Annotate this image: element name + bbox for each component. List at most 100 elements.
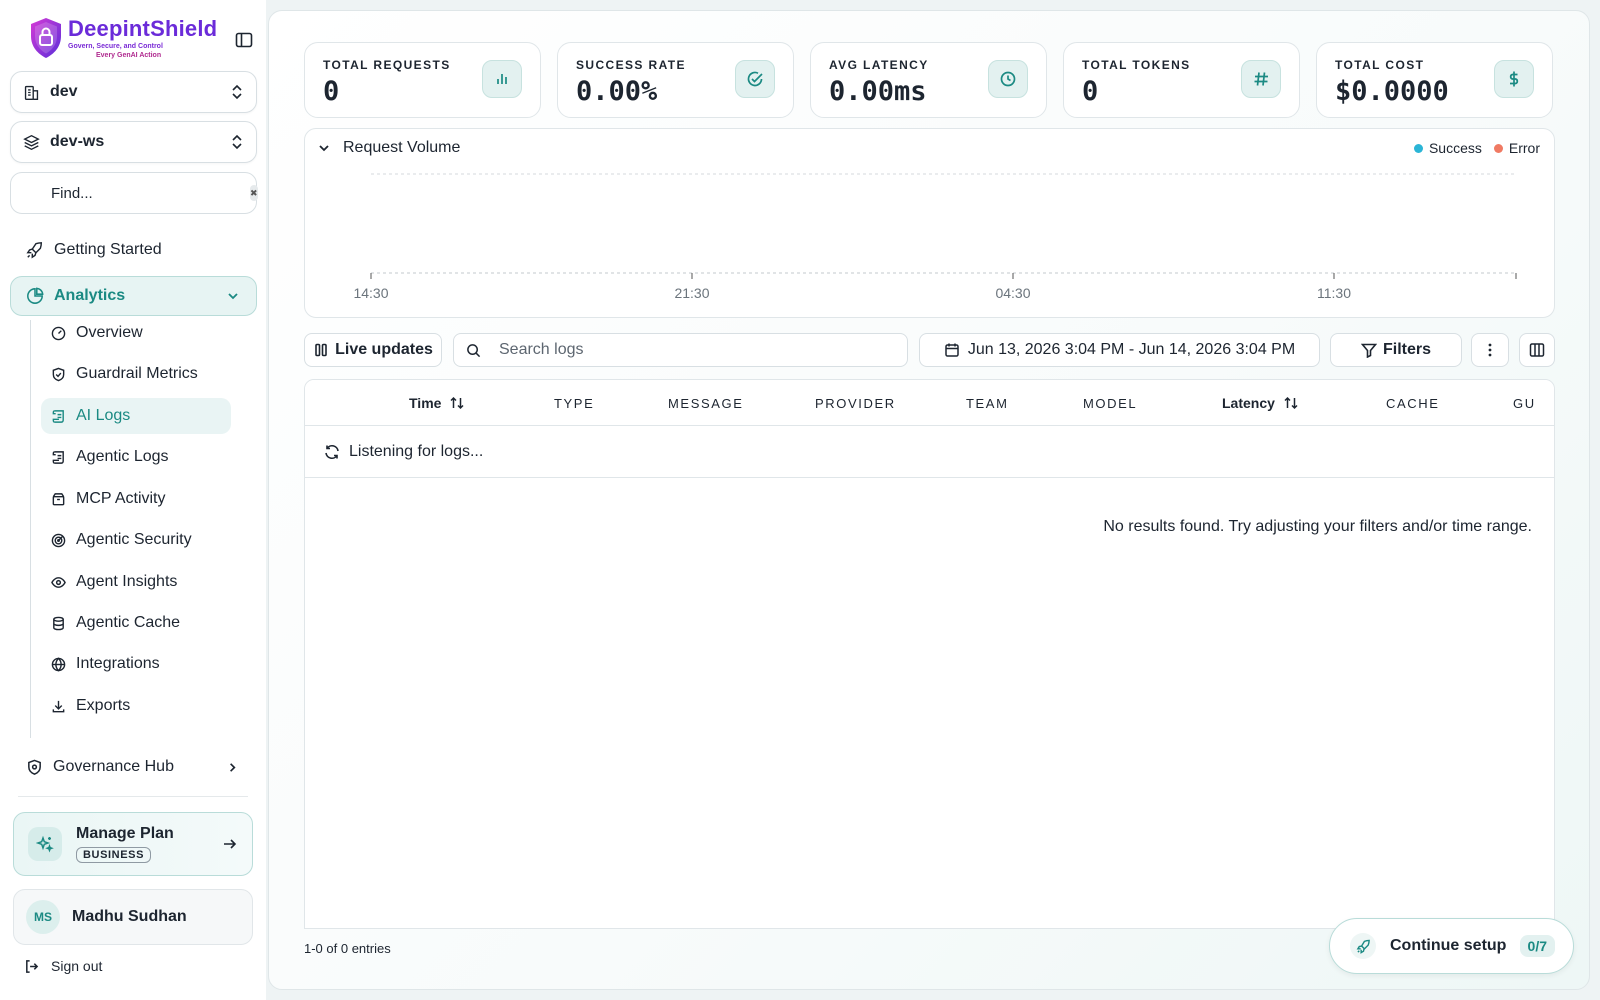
more-options-button[interactable] bbox=[1471, 333, 1509, 367]
sidebar-item-guardrail-metrics[interactable]: Guardrail Metrics bbox=[41, 356, 231, 392]
rocket-icon bbox=[1350, 933, 1376, 959]
pie-chart-icon bbox=[27, 287, 44, 304]
sort-icon[interactable] bbox=[449, 395, 465, 411]
stat-card-total-cost: TOTAL COST $0.0000 bbox=[1316, 42, 1553, 118]
filter-icon bbox=[1360, 343, 1377, 358]
rocket-icon bbox=[26, 242, 43, 259]
clock-icon bbox=[988, 60, 1028, 98]
nav-analytics-label: Analytics bbox=[54, 287, 126, 304]
sign-out-label: Sign out bbox=[51, 958, 103, 974]
nav-getting-started[interactable]: Getting Started bbox=[10, 232, 257, 268]
logs-table: Time TYPE MESSAGE PROVIDER TEAM MODEL La… bbox=[304, 379, 1555, 929]
date-range-picker[interactable]: Jun 13, 2026 3:04 PM - Jun 14, 2026 3:04… bbox=[919, 333, 1320, 367]
continue-setup-button[interactable]: Continue setup 0/7 bbox=[1329, 918, 1574, 974]
sidebar-item-overview[interactable]: Overview bbox=[41, 315, 231, 351]
date-range-label: Jun 13, 2026 3:04 PM - Jun 14, 2026 3:04… bbox=[967, 341, 1296, 358]
chevron-updown-icon bbox=[232, 134, 242, 150]
sidebar-item-integrations[interactable]: Integrations bbox=[41, 646, 231, 682]
stat-label: AVG LATENCY bbox=[829, 58, 929, 72]
stat-value: 0.00% bbox=[576, 76, 658, 107]
avatar: MS bbox=[26, 900, 60, 934]
listening-text: Listening for logs... bbox=[349, 442, 484, 460]
sidebar-item-agentic-security[interactable]: Agentic Security bbox=[41, 522, 231, 558]
user-name: Madhu Sudhan bbox=[72, 908, 187, 925]
setup-progress-badge: 0/7 bbox=[1519, 935, 1555, 957]
scroll-icon bbox=[52, 450, 64, 464]
box-icon bbox=[52, 492, 65, 505]
nav-governance-hub-label: Governance Hub bbox=[53, 758, 174, 775]
column-header-message[interactable]: MESSAGE bbox=[668, 380, 744, 426]
column-label: Time bbox=[409, 395, 442, 411]
column-header-cache[interactable]: CACHE bbox=[1386, 380, 1440, 426]
column-header-provider[interactable]: PROVIDER bbox=[815, 380, 896, 426]
sidebar-item-label: Guardrail Metrics bbox=[76, 365, 198, 382]
plan-title: Manage Plan bbox=[76, 825, 174, 842]
calendar-icon bbox=[945, 343, 959, 357]
stat-label: SUCCESS RATE bbox=[576, 58, 686, 72]
shield-gear-icon bbox=[28, 759, 41, 775]
live-updates-button[interactable]: Live updates bbox=[304, 333, 442, 367]
column-header-latency[interactable]: Latency bbox=[1222, 380, 1299, 426]
sidebar-item-agent-insights[interactable]: Agent Insights bbox=[41, 564, 231, 600]
stat-card-total-tokens: TOTAL TOKENS 0 bbox=[1063, 42, 1300, 118]
legend-dot bbox=[1493, 143, 1503, 153]
column-header-guardrails[interactable]: GU bbox=[1513, 380, 1536, 426]
stat-label: TOTAL COST bbox=[1335, 58, 1425, 72]
shield-lock-icon bbox=[31, 18, 61, 58]
legend-label: Success bbox=[1428, 140, 1482, 156]
manage-plan-card[interactable]: Manage Plan BUSINESS bbox=[13, 812, 253, 876]
sort-icon[interactable] bbox=[1283, 395, 1299, 411]
chart-tick-label: 14:30 bbox=[353, 285, 388, 301]
org-selector[interactable]: dev bbox=[10, 71, 257, 113]
sidebar-item-label: AI Logs bbox=[76, 407, 131, 424]
user-card[interactable]: MS Madhu Sudhan bbox=[13, 889, 253, 945]
chart-tick-label: 21:30 bbox=[674, 285, 709, 301]
workspace-selector[interactable]: dev-ws bbox=[10, 121, 257, 163]
search-icon bbox=[467, 343, 481, 357]
sidebar-item-label: Integrations bbox=[76, 655, 160, 672]
column-label: Latency bbox=[1222, 395, 1275, 411]
stat-label: TOTAL TOKENS bbox=[1082, 58, 1191, 72]
chevron-right-icon bbox=[230, 762, 236, 772]
search-logs-field[interactable] bbox=[453, 333, 908, 367]
column-header-time[interactable]: Time bbox=[409, 380, 465, 426]
chart-tick-label: 04:30 bbox=[995, 285, 1030, 301]
main-panel: TOTAL REQUESTS 0 SUCCESS RATE 0.00% AVG … bbox=[268, 10, 1590, 990]
find-field[interactable]: ✖ bbox=[10, 172, 258, 214]
search-logs-input[interactable] bbox=[499, 341, 907, 359]
sidebar: DeepintShield Govern, Secure, and Contro… bbox=[0, 0, 266, 1000]
sidebar-item-agentic-cache[interactable]: Agentic Cache bbox=[41, 605, 231, 641]
hash-icon bbox=[1241, 60, 1281, 98]
layers-icon bbox=[23, 134, 40, 150]
plan-badge: BUSINESS bbox=[76, 847, 152, 863]
nav-governance-hub[interactable]: Governance Hub bbox=[10, 749, 257, 785]
stat-value: 0 bbox=[323, 76, 340, 107]
column-header-model[interactable]: MODEL bbox=[1083, 380, 1137, 426]
stat-card-total-requests: TOTAL REQUESTS 0 bbox=[304, 42, 541, 118]
more-vertical-icon bbox=[1488, 343, 1492, 357]
sign-out-button[interactable]: Sign out bbox=[24, 956, 102, 976]
clear-icon[interactable]: ✖ bbox=[250, 185, 258, 201]
check-circle-icon bbox=[735, 60, 775, 98]
sidebar-item-agentic-logs[interactable]: Agentic Logs bbox=[41, 439, 231, 475]
chevron-down-icon bbox=[228, 293, 238, 300]
columns-toggle-button[interactable] bbox=[1519, 333, 1555, 367]
sidebar-item-ai-logs[interactable]: AI Logs bbox=[41, 398, 231, 434]
column-header-type[interactable]: TYPE bbox=[554, 380, 594, 426]
stat-value: 0.00ms bbox=[829, 76, 927, 107]
sidebar-item-exports[interactable]: Exports bbox=[41, 688, 231, 724]
sidebar-toggle-icon[interactable] bbox=[234, 30, 254, 50]
chart-header-toggle[interactable]: Request Volume bbox=[317, 139, 460, 157]
brand-logo[interactable]: DeepintShield Govern, Secure, and Contro… bbox=[28, 16, 228, 64]
bar-chart-icon bbox=[482, 60, 522, 98]
sidebar-divider bbox=[18, 796, 248, 797]
nav-analytics[interactable]: Analytics bbox=[10, 276, 257, 316]
sidebar-item-label: Exports bbox=[76, 697, 131, 714]
column-header-team[interactable]: TEAM bbox=[966, 380, 1009, 426]
filters-button[interactable]: Filters bbox=[1330, 333, 1462, 367]
sidebar-item-mcp-activity[interactable]: MCP Activity bbox=[41, 481, 231, 517]
download-icon bbox=[52, 700, 65, 712]
find-input[interactable] bbox=[51, 184, 250, 202]
arrow-right-icon bbox=[224, 839, 237, 849]
shield-check-icon bbox=[52, 367, 65, 381]
